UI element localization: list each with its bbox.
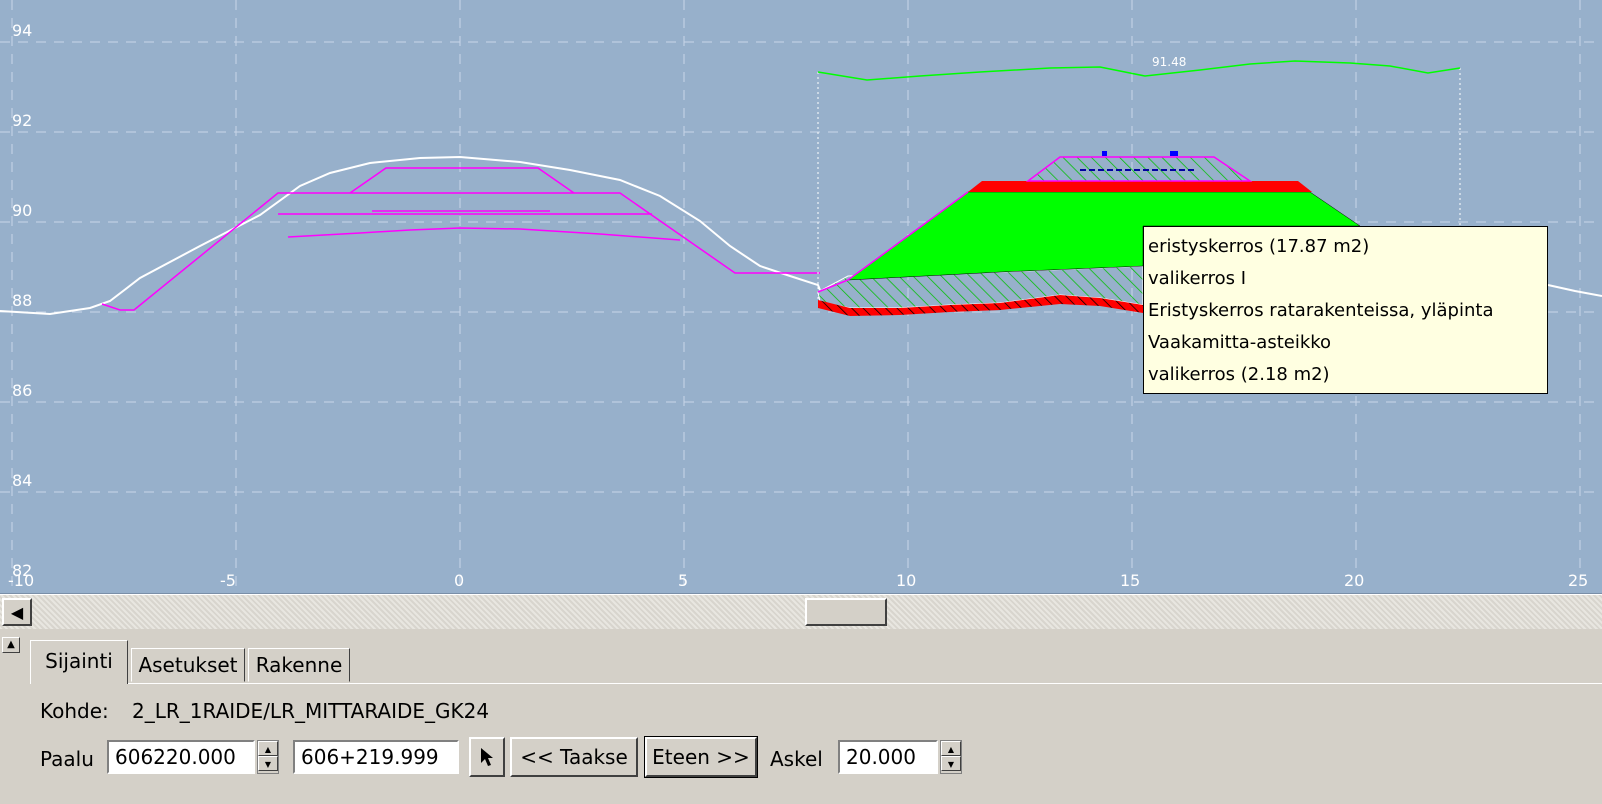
x-tick-label: -10 [8,571,34,590]
cursor-arrow-icon [481,748,493,766]
x-tick-label: -5 [220,571,236,590]
existing-structure-left [101,167,820,311]
kohde-label: Kohde: [40,699,109,723]
tab-asetukset[interactable]: Asetukset [131,648,245,682]
y-tick-label: 84 [12,471,32,490]
tab-divider [30,683,1602,684]
paalu-formatted-input[interactable]: 606+219.999 [293,740,459,774]
paalu-label: Paalu [40,747,94,771]
kohde-value: 2_LR_1RAIDE/LR_MITTARAIDE_GK24 [132,699,490,723]
tab-sijainti[interactable]: Sijainti [30,640,128,684]
layer-tooltip: eristyskerros (17.87 m2) valikerros I Er… [1143,226,1548,394]
paalu-input[interactable]: 606220.000 [107,740,255,774]
tooltip-line: eristyskerros (17.87 m2) [1148,236,1370,257]
y-tick-label: 94 [12,21,32,40]
y-axis-labels: 94 92 90 88 86 84 82 [12,21,32,580]
scrollbar-thumb[interactable] [805,598,887,626]
x-tick-label: 25 [1568,571,1588,590]
ground-line-right [1547,284,1602,297]
spin-down-icon[interactable]: ▼ [258,756,278,771]
x-tick-label: 0 [454,571,464,590]
top-layer-red [968,181,1312,192]
surface-elevation-label: 91.48 [1152,55,1186,69]
tooltip-line: Eristyskerros ratarakenteissa, yläpinta [1148,300,1494,321]
x-tick-label: 15 [1120,571,1140,590]
spin-up-icon[interactable]: ▲ [941,741,961,756]
askel-spinner[interactable]: ▲ ▼ [940,740,962,774]
forward-button[interactable]: Eteen >> [644,736,758,778]
x-tick-label: 5 [678,571,688,590]
rail-marker-right [1170,151,1178,156]
paalu-spinner[interactable]: ▲ ▼ [257,740,279,774]
askel-label: Askel [770,747,823,771]
horizontal-scrollbar[interactable]: ◀ [0,594,1602,629]
tooltip-line: Vaakamitta-asteikko [1148,332,1332,353]
tooltip-line: valikerros (2.18 m2) [1148,364,1330,385]
spin-down-icon[interactable]: ▼ [941,756,961,771]
tooltip-line: valikerros I [1148,268,1247,289]
x-axis-labels: -10 -5 0 5 10 15 20 25 [8,571,1588,590]
spin-up-icon[interactable]: ▲ [258,741,278,756]
bottom-panel: ▲ Sijainti Asetukset Rakenne Kohde: 2_LR… [0,630,1602,804]
cross-section-plot[interactable]: 94 92 90 88 86 84 82 -10 -5 0 5 10 15 20… [0,0,1602,594]
back-button[interactable]: << Taakse [510,737,638,777]
scroll-left-arrow-icon[interactable]: ◀ [2,598,32,626]
tab-rakenne[interactable]: Rakenne [248,648,350,682]
pick-point-button[interactable] [469,737,505,777]
y-tick-label: 88 [12,291,32,310]
askel-input[interactable]: 20.000 [838,740,938,774]
ground-line [0,155,821,316]
surface-line [817,60,1461,81]
rail-marker-left [1102,151,1107,156]
x-tick-label: 10 [896,571,916,590]
y-tick-label: 92 [12,111,32,130]
y-tick-label: 86 [12,381,32,400]
collapse-panel-icon[interactable]: ▲ [2,637,20,653]
x-tick-label: 20 [1344,571,1364,590]
y-tick-label: 90 [12,201,32,220]
